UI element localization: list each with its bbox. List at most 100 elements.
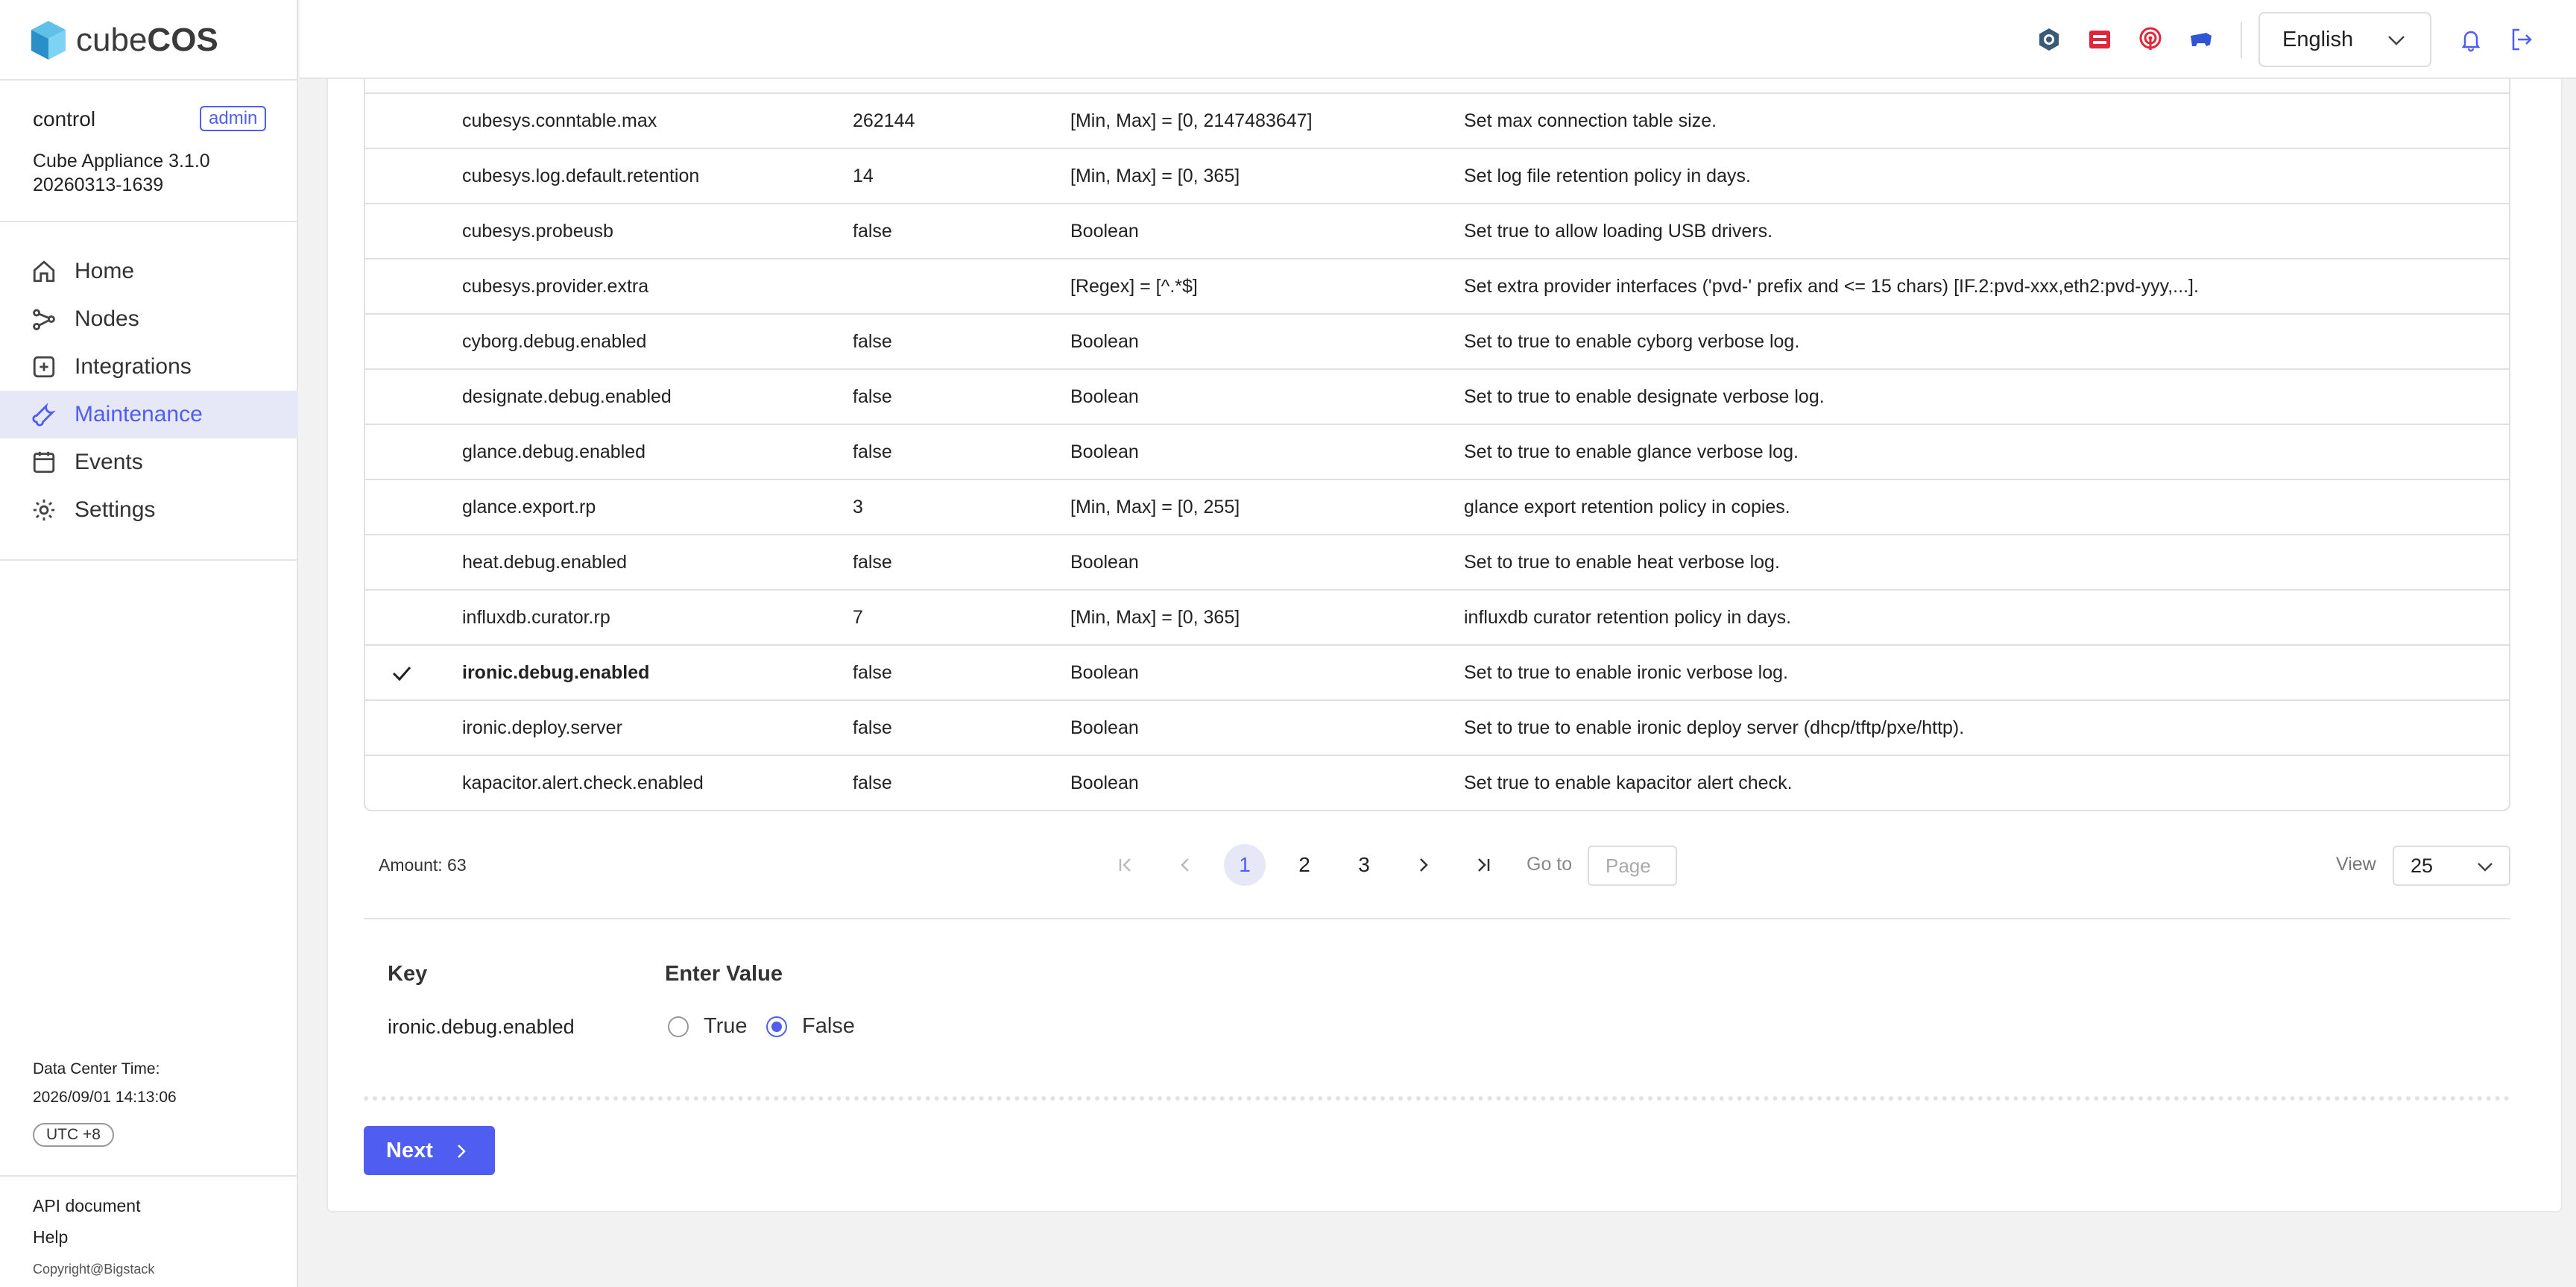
- row-description: influxdb curator retention policy in day…: [1464, 607, 1792, 628]
- key-value: ironic.debug.enabled: [388, 1016, 575, 1038]
- row-description: Set to true to enable ironic verbose log…: [1464, 662, 1788, 683]
- table-row[interactable]: cubesys.provider.extra [Regex] = [^.*$] …: [365, 259, 2509, 315]
- appliance-line-2: 20260313-1639: [33, 174, 164, 195]
- row-value: false: [853, 717, 892, 738]
- table-row[interactable]: influxdb.curator.rp 7 [Min, Max] = [0, 3…: [365, 591, 2509, 646]
- table-row[interactable]: cubesys.log.default.retention 14 [Min, M…: [365, 149, 2509, 204]
- row-description: Set extra provider interfaces ('pvd-' pr…: [1464, 276, 2199, 297]
- page-2-button[interactable]: 2: [1284, 844, 1325, 886]
- table-row[interactable]: [365, 79, 2509, 94]
- divider: [0, 79, 298, 81]
- page-input[interactable]: Page: [1588, 846, 1677, 886]
- dc-time-label: Data Center Time:: [33, 1060, 160, 1077]
- copyright: Copyright@Bigstack: [33, 1262, 155, 1277]
- row-rule: Boolean: [1070, 717, 1139, 738]
- row-description: Set true to enable kapacitor alert check…: [1464, 772, 1793, 793]
- home-icon: [33, 260, 55, 283]
- row-rule: Boolean: [1070, 772, 1139, 793]
- nodes-icon: [33, 309, 55, 330]
- language-select[interactable]: English: [2258, 12, 2431, 67]
- key-title: Key: [388, 962, 428, 986]
- sidebar-item-integrations[interactable]: Integrations: [0, 343, 298, 391]
- row-description: glance export retention policy in copies…: [1464, 497, 1790, 517]
- kubernetes-icon[interactable]: [2188, 27, 2214, 52]
- page-3-button[interactable]: 3: [1343, 844, 1385, 886]
- row-rule: Boolean: [1070, 331, 1139, 352]
- chevron-left-icon: [1181, 858, 1189, 872]
- cubecos-logo[interactable]: cubeCOS: [30, 19, 218, 61]
- sidebar-item-events[interactable]: Events: [0, 438, 298, 486]
- sidebar-item-nodes[interactable]: Nodes: [0, 295, 298, 343]
- logo-prefix: cube: [76, 22, 148, 58]
- table-row[interactable]: designate.debug.enabled false Boolean Se…: [365, 370, 2509, 425]
- row-value: 14: [853, 166, 874, 186]
- top-header: English: [300, 0, 2576, 79]
- cube-logo-icon: [31, 21, 66, 60]
- events-icon: [33, 451, 55, 473]
- chevron-right-icon: [1420, 858, 1428, 872]
- first-page-icon: [1119, 858, 1131, 872]
- podcast-icon[interactable]: [2138, 27, 2163, 52]
- table-row[interactable]: cubesys.conntable.max 262144 [Min, Max] …: [365, 94, 2509, 149]
- table-row[interactable]: heat.debug.enabled false Boolean Set to …: [365, 535, 2509, 591]
- prev-page-button[interactable]: [1164, 844, 1206, 886]
- first-page-button[interactable]: [1105, 844, 1146, 886]
- header-separator: [2241, 22, 2242, 58]
- next-page-button[interactable]: [1403, 844, 1445, 886]
- row-key: designate.debug.enabled: [462, 386, 672, 407]
- radio-true-label: True: [704, 1014, 748, 1038]
- api-document-link[interactable]: API document: [33, 1196, 140, 1216]
- table-row[interactable]: kapacitor.alert.check.enabled false Bool…: [365, 756, 2509, 810]
- row-rule: Boolean: [1070, 221, 1139, 242]
- radio-false-label: False: [802, 1014, 855, 1038]
- sidebar-item-home[interactable]: Home: [0, 248, 298, 295]
- help-link[interactable]: Help: [33, 1227, 68, 1247]
- row-description: Set true to allow loading USB drivers.: [1464, 221, 1773, 242]
- openstack-icon[interactable]: [2036, 27, 2062, 52]
- page-size-select[interactable]: 25: [2393, 846, 2510, 886]
- sidebar-item-settings[interactable]: Settings: [0, 486, 298, 534]
- table-row[interactable]: glance.export.rp 3 [Min, Max] = [0, 255]…: [365, 480, 2509, 535]
- checkmark-icon: [392, 667, 411, 682]
- radio-true-circle[interactable]: [668, 1016, 689, 1037]
- divider: [0, 221, 298, 222]
- table-row[interactable]: cyborg.debug.enabled false Boolean Set t…: [365, 315, 2509, 370]
- radio-true[interactable]: True: [668, 1014, 748, 1039]
- row-key: cubesys.conntable.max: [462, 110, 657, 131]
- divider: [0, 559, 298, 561]
- row-key: kapacitor.alert.check.enabled: [462, 772, 704, 793]
- row-value: 262144: [853, 110, 915, 131]
- row-key: glance.debug.enabled: [462, 441, 646, 462]
- row-rule: Boolean: [1070, 386, 1139, 407]
- last-page-button[interactable]: [1462, 844, 1504, 886]
- table-row[interactable]: cubesys.probeusb false Boolean Set true …: [365, 204, 2509, 259]
- sidebar-item-maintenance[interactable]: Maintenance: [0, 391, 298, 438]
- table-row-selected[interactable]: ironic.debug.enabled false Boolean Set t…: [365, 646, 2509, 701]
- table-row[interactable]: glance.debug.enabled false Boolean Set t…: [365, 425, 2509, 480]
- dotted-divider: [364, 1096, 2510, 1101]
- row-key: cubesys.log.default.retention: [462, 166, 700, 186]
- row-rule: [Min, Max] = [0, 365]: [1070, 607, 1240, 628]
- radio-false[interactable]: False: [766, 1014, 855, 1039]
- table-row[interactable]: ironic.deploy.server false Boolean Set t…: [365, 701, 2509, 756]
- row-key: cubesys.provider.extra: [462, 276, 649, 297]
- redhat-icon[interactable]: [2087, 27, 2112, 52]
- row-description: Set log file retention policy in days.: [1464, 166, 1751, 186]
- row-key: cubesys.probeusb: [462, 221, 613, 242]
- page-1-button[interactable]: 1: [1224, 844, 1266, 886]
- page-size-value: 25: [2411, 855, 2434, 877]
- radio-false-circle[interactable]: [766, 1016, 787, 1037]
- row-value: false: [853, 331, 892, 352]
- row-rule: [Min, Max] = [0, 255]: [1070, 497, 1240, 517]
- sidebar-item-label: Home: [75, 259, 135, 283]
- sidebar-nav: Home Nodes Integrations Maintenance Even…: [0, 248, 298, 534]
- row-rule: Boolean: [1070, 552, 1139, 573]
- row-rule: [Min, Max] = [0, 2147483647]: [1070, 110, 1313, 131]
- notification-icon[interactable]: [2458, 27, 2484, 52]
- sidebar-item-label: Integrations: [75, 354, 192, 379]
- next-button[interactable]: Next: [364, 1126, 495, 1175]
- row-value: false: [853, 221, 892, 242]
- language-value: English: [2282, 27, 2354, 51]
- row-description: Set to true to enable glance verbose log…: [1464, 441, 1799, 462]
- logout-icon[interactable]: [2509, 27, 2534, 52]
